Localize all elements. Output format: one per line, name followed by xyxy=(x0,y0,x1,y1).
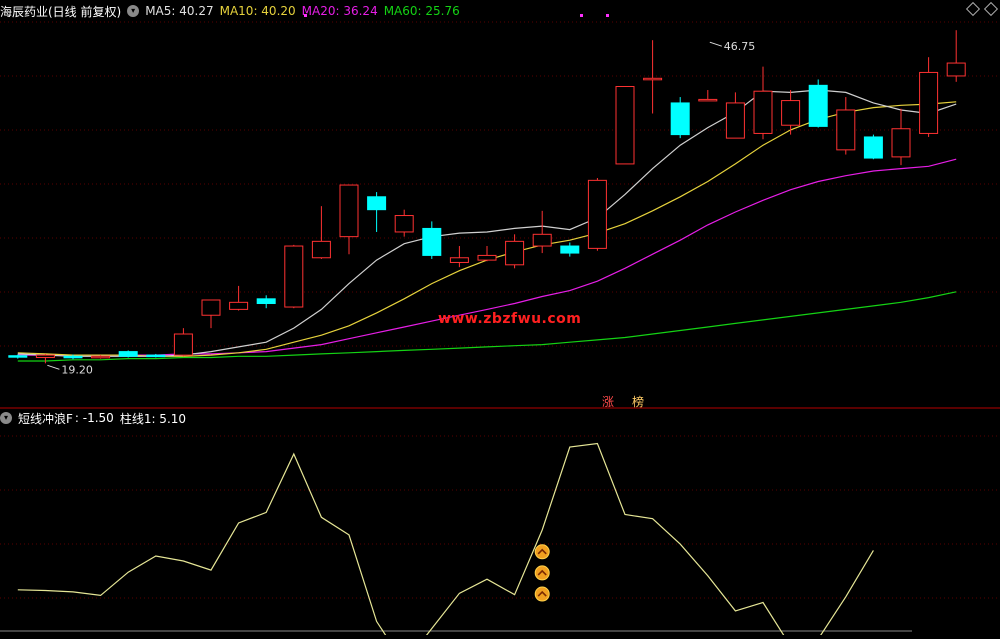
candle-body xyxy=(505,240,525,266)
candle-body xyxy=(118,351,138,357)
candle-body xyxy=(8,355,28,358)
signal-marker-icon xyxy=(534,544,550,560)
candle-body xyxy=(560,245,580,254)
indicator-value: : -1.50 xyxy=(74,411,114,425)
indicator-settings-icon[interactable]: ▾ xyxy=(0,412,12,424)
candle-body xyxy=(863,136,883,159)
indicator-name[interactable]: 短线冲浪F xyxy=(18,410,73,427)
ma5-label: MA5: 40.27 xyxy=(145,4,214,18)
ma10-label: MA10: 40.20 xyxy=(219,4,296,18)
indicator-column-value: 柱线1: 5.10 xyxy=(119,411,187,426)
candle-body xyxy=(670,102,690,136)
candle-body xyxy=(173,333,193,356)
candle-body xyxy=(284,245,304,308)
candle-body xyxy=(367,196,387,211)
candle-body xyxy=(91,355,111,359)
candle-body xyxy=(891,128,911,158)
candle-body xyxy=(836,109,856,151)
candle-body xyxy=(698,98,718,102)
candle-body xyxy=(422,227,442,256)
candle-body xyxy=(753,90,773,134)
settings-gear-icon[interactable]: ▾ xyxy=(127,5,140,17)
watermark-text: www.zbzfwu.com xyxy=(438,311,582,327)
annotation-pointer xyxy=(47,364,60,370)
candle-body xyxy=(587,179,607,249)
top-marker-dot xyxy=(606,14,609,17)
limit-up-marker: 涨 xyxy=(602,395,615,409)
candle-body xyxy=(725,102,745,139)
indicator-line xyxy=(17,442,874,639)
candle-body xyxy=(946,62,966,77)
ranking-marker: 榜 xyxy=(632,395,645,409)
candle-body xyxy=(808,84,828,127)
price-annotation-label: 46.75 xyxy=(724,40,756,53)
top-marker-dot xyxy=(580,14,583,17)
candle-body xyxy=(256,298,276,305)
candle-body xyxy=(146,354,166,358)
candle-body xyxy=(615,86,635,165)
candle-body xyxy=(781,100,801,126)
ma20-label: MA20: 36.24 xyxy=(301,4,378,18)
candle-body xyxy=(311,240,331,259)
candle-body xyxy=(63,355,83,359)
ma60-label: MA60: 25.76 xyxy=(383,4,460,18)
candle-body xyxy=(643,77,663,81)
stock-title[interactable]: 海辰药业(日线 前复权) xyxy=(0,3,121,20)
signal-marker-icon xyxy=(534,586,550,602)
candle-body xyxy=(532,233,552,247)
candle-body xyxy=(449,257,469,263)
candle-body xyxy=(229,301,249,310)
candle-body xyxy=(201,299,221,316)
main-chart-header: 海辰药业(日线 前复权) ▾ MA5: 40.27 MA10: 40.20 MA… xyxy=(0,2,460,20)
chart-stage: 46.75 19.20 海辰药业(日线 前复权) ▾ MA5: 40.27 MA1… xyxy=(0,0,1000,639)
candle-body xyxy=(919,71,939,134)
candle-body xyxy=(35,354,55,358)
candle-body xyxy=(339,184,359,238)
candle-body xyxy=(477,254,497,261)
candle-body xyxy=(394,215,414,233)
indicator-header: ▾ 短线冲浪F : -1.50 柱线1: 5.10 xyxy=(0,410,186,426)
signal-marker-icon xyxy=(534,565,550,581)
annotation-pointer xyxy=(709,41,722,47)
price-annotation-label: 19.20 xyxy=(61,363,93,376)
